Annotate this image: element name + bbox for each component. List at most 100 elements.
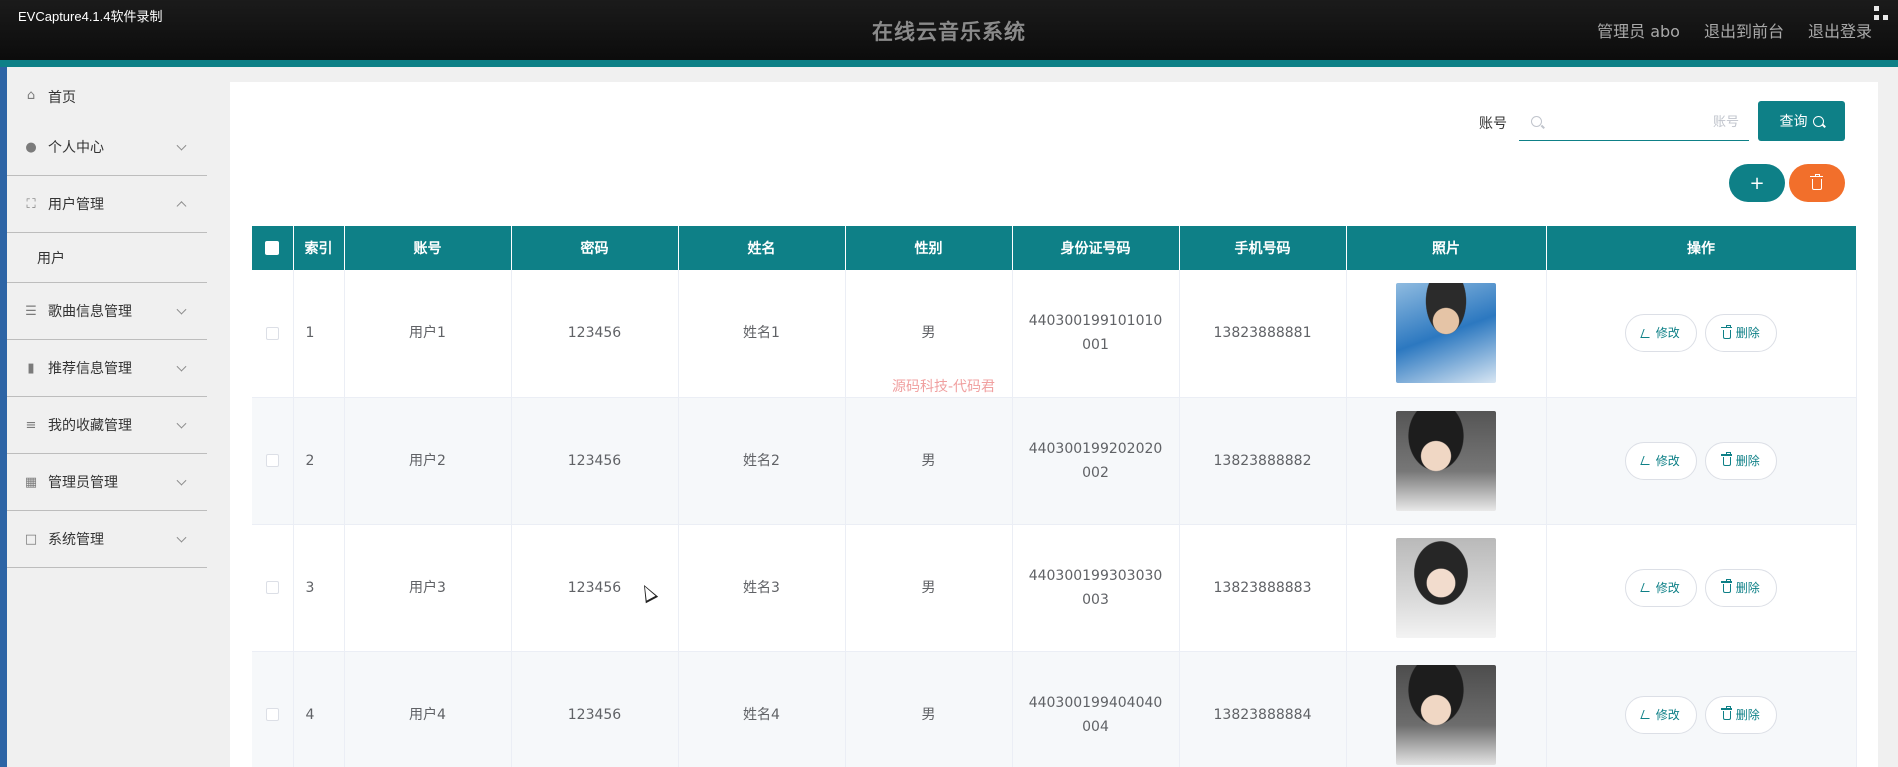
sidebar-item-system-mgmt[interactable]: □ 系统管理 [7, 511, 207, 568]
cell-index: 2 [293, 397, 345, 525]
delete-button[interactable]: 删除 [1705, 568, 1778, 607]
chevron-down-icon [176, 361, 187, 372]
row-checkbox[interactable] [265, 326, 279, 340]
cell-account: 用户4 [344, 651, 512, 767]
delete-button[interactable]: 删除 [1705, 695, 1778, 734]
sidebar-item-song-mgmt[interactable]: ☰ 歌曲信息管理 [7, 283, 207, 340]
sidebar: ⌂ 首页 ● 个人中心 ⛶ 用户管理 用户 ☰ 歌曲信息管理 ▮ 推荐信息管理 … [7, 77, 207, 767]
scrollbar-track[interactable] [1878, 67, 1898, 767]
cell-photo [1346, 397, 1547, 525]
cell-gender: 男 [845, 651, 1013, 767]
chevron-down-icon [176, 475, 187, 486]
column-header-idcard[interactable]: 身份证号码 [1012, 226, 1180, 270]
sidebar-item-personal[interactable]: ● 个人中心 [7, 119, 207, 176]
column-header-phone[interactable]: 手机号码 [1179, 226, 1347, 270]
row-checkbox[interactable] [265, 581, 279, 594]
row-checkbox[interactable] [265, 454, 279, 467]
query-button[interactable]: 查询 [1758, 101, 1845, 141]
select-all-header[interactable] [252, 226, 294, 270]
search-icon [1812, 115, 1824, 127]
delete-button[interactable]: 删除 [1705, 441, 1778, 480]
cell-idcard: 440300199101010001 [1012, 270, 1180, 398]
sidebar-item-label: 用户管理 [48, 197, 104, 213]
list-icon: ☰ [25, 303, 37, 319]
cell-ops: 修改 删除 [1546, 524, 1857, 652]
chevron-down-icon [176, 532, 187, 543]
cell-photo [1346, 270, 1547, 398]
delete-label: 删除 [1735, 326, 1760, 341]
cell-password: 123456 [511, 397, 679, 525]
sidebar-item-label: 系统管理 [48, 532, 104, 548]
user-table: 索引 账号 密码 姓名 性别 身份证号码 手机号码 照片 操作 1 用户1 12… [252, 226, 1857, 767]
sidebar-item-favorite-mgmt[interactable]: ≡ 我的收藏管理 [7, 397, 207, 454]
sidebar-item-admin-mgmt[interactable]: ▦ 管理员管理 [7, 454, 207, 511]
table-row: 4 用户4 123456 姓名4 男 440300199404040004 13… [252, 651, 1857, 767]
logout-link[interactable]: 退出登录 [1808, 18, 1872, 42]
edit-button[interactable]: 修改 [1624, 568, 1697, 607]
select-all-checkbox[interactable] [265, 241, 280, 255]
cell-ops: 修改 删除 [1546, 270, 1857, 398]
column-header-name[interactable]: 姓名 [678, 226, 846, 270]
trash-icon [1720, 579, 1732, 593]
trash-icon [1810, 173, 1823, 190]
column-header-photo[interactable]: 照片 [1346, 226, 1547, 270]
delete-label: 删除 [1735, 453, 1760, 468]
cell-name: 姓名1 [678, 270, 846, 398]
window-left-edge [0, 0, 7, 767]
table-row: 1 用户1 123456 姓名1 男 440300199101010001 13… [252, 270, 1857, 398]
table-header-row: 索引 账号 密码 姓名 性别 身份证号码 手机号码 照片 操作 [252, 226, 1857, 270]
top-header: EVCapture4.1.4软件录制 在线云音乐系统 管理员 abo 退出到前台… [0, 0, 1898, 67]
edit-button[interactable]: 修改 [1624, 695, 1697, 734]
edit-icon [1640, 328, 1653, 338]
sidebar-item-home[interactable]: ⌂ 首页 [7, 77, 207, 119]
user-photo [1396, 283, 1496, 384]
cell-account: 用户2 [344, 397, 512, 525]
trash-icon [1720, 452, 1732, 466]
cell-phone: 13823888884 [1179, 651, 1347, 767]
chevron-down-icon [176, 304, 187, 315]
chevron-down-icon [176, 140, 187, 151]
column-header-account[interactable]: 账号 [344, 226, 512, 270]
cell-gender: 男 [845, 397, 1013, 525]
cell-password: 123456 [511, 651, 679, 767]
table-row: 3 用户3 123456 姓名3 男 440300199303030003 13… [252, 524, 1857, 652]
user-photo [1396, 664, 1496, 765]
cell-phone: 13823888883 [1179, 524, 1347, 652]
back-to-front-link[interactable]: 退出到前台 [1704, 18, 1784, 42]
grip-icon[interactable] [1874, 6, 1890, 22]
edit-button[interactable]: 修改 [1624, 314, 1697, 353]
cell-account: 用户3 [344, 524, 512, 652]
search-icon [1531, 116, 1542, 127]
cell-phone: 13823888882 [1179, 397, 1347, 525]
account-search-input[interactable] [1549, 105, 1739, 139]
cell-index: 1 [293, 270, 345, 398]
user-icon: ● [25, 139, 37, 155]
edit-button[interactable]: 修改 [1624, 441, 1697, 480]
trash-icon [1720, 324, 1732, 339]
cell-phone: 13823888881 [1179, 270, 1347, 398]
batch-delete-button[interactable] [1789, 164, 1845, 202]
column-header-index[interactable]: 索引 [293, 226, 345, 270]
table-row: 2 用户2 123456 姓名2 男 440300199202020002 13… [252, 397, 1857, 525]
chevron-up-icon [176, 201, 187, 212]
sidebar-item-user-mgmt[interactable]: ⛶ 用户管理 [7, 176, 207, 233]
cell-account: 用户1 [344, 270, 512, 398]
row-checkbox[interactable] [265, 708, 279, 721]
trash-icon [1720, 706, 1732, 720]
column-header-password[interactable]: 密码 [511, 226, 679, 270]
sidebar-item-label: 推荐信息管理 [48, 361, 132, 377]
sidebar-item-label: 首页 [48, 90, 76, 106]
admin-user-label[interactable]: 管理员 abo [1597, 18, 1680, 42]
column-header-ops: 操作 [1546, 226, 1857, 270]
cell-name: 姓名4 [678, 651, 846, 767]
sidebar-subitem-user[interactable]: 用户 [7, 233, 207, 283]
cell-gender: 男 [845, 524, 1013, 652]
sidebar-item-label: 歌曲信息管理 [48, 304, 132, 320]
column-header-gender[interactable]: 性别 [845, 226, 1013, 270]
sidebar-item-recommend-mgmt[interactable]: ▮ 推荐信息管理 [7, 340, 207, 397]
edit-icon [1640, 710, 1653, 719]
delete-label: 删除 [1735, 707, 1760, 722]
chart-icon: ▦ [24, 474, 38, 490]
delete-button[interactable]: 删除 [1705, 314, 1778, 353]
add-button[interactable]: + [1729, 164, 1785, 202]
